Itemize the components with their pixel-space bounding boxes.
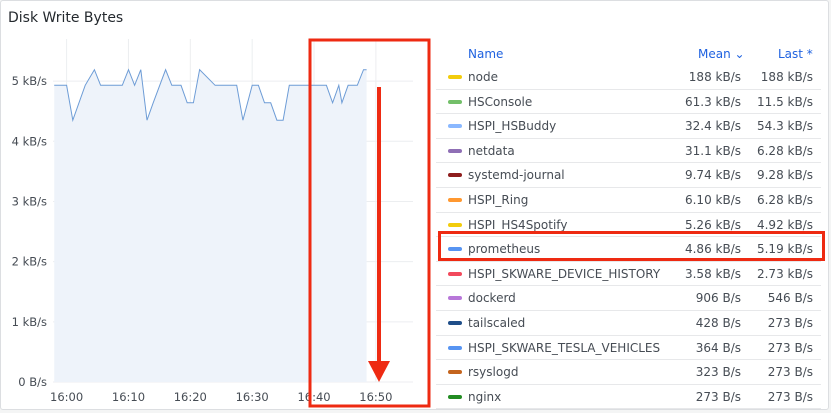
series-color-swatch [448, 370, 462, 375]
series-last: 6.28 kB/s [756, 192, 813, 207]
y-tick-label: 1 kB/s [12, 315, 47, 329]
legend-row-hspi-skware-tesla-vehicles[interactable]: HSPI_SKWARE_TESLA_VEHICLES 364 B/s 273 B/s [436, 336, 821, 361]
series-color-swatch [448, 271, 462, 276]
x-tick-label: 16:00 [50, 390, 83, 404]
legend-row-hspi-ring[interactable]: HSPI_Ring 6.10 kB/s 6.28 kB/s [436, 188, 821, 213]
legend-row-hspi-hsbuddy[interactable]: HSPI_HSBuddy 32.4 kB/s 54.3 kB/s [436, 114, 821, 139]
y-tick-label: 5 kB/s [12, 74, 47, 88]
x-tick-label: 16:30 [236, 390, 269, 404]
series-last: 11.5 kB/s [756, 94, 813, 109]
legend-header: Name Mean ⌄ Last * [436, 43, 821, 65]
x-tick-label: 16:10 [112, 390, 145, 404]
series-last: 9.28 kB/s [756, 168, 813, 183]
x-tick-label: 16:20 [174, 390, 207, 404]
series-mean: 428 B/s [695, 315, 741, 330]
series-color-swatch [448, 99, 462, 104]
series-mean: 9.74 kB/s [684, 168, 741, 183]
legend-row-nginx[interactable]: nginx 273 B/s 273 B/s [436, 385, 821, 409]
series-color-swatch [448, 173, 462, 178]
series-last: 54.3 kB/s [756, 119, 813, 134]
series-name[interactable]: HSPI_SKWARE_TESLA_VEHICLES [468, 341, 660, 355]
series-mean: 364 B/s [695, 340, 741, 355]
series-color-swatch [448, 222, 462, 227]
highlight-prometheus-row [438, 231, 825, 261]
series-name[interactable]: HSPI_HS4Spotify [468, 218, 567, 232]
series-mean: 6.10 kB/s [684, 192, 741, 207]
legend-table: Name Mean ⌄ Last * node 188 kB/s 188 kB/s H… [436, 43, 821, 409]
series-color-swatch [448, 197, 462, 202]
series-color-swatch [448, 75, 462, 79]
series-mean: 188 kB/s [688, 70, 741, 84]
series-name[interactable]: nginx [468, 390, 501, 404]
series-last: 273 B/s [767, 340, 813, 355]
legend-row-node[interactable]: node 188 kB/s 188 kB/s [436, 65, 821, 90]
series-mean: 323 B/s [695, 365, 741, 380]
legend-row-hsconsole[interactable]: HSConsole 61.3 kB/s 11.5 kB/s [436, 90, 821, 115]
y-tick-label: 3 kB/s [12, 194, 47, 208]
series-mean: 5.26 kB/s [684, 217, 741, 232]
series-color-swatch [448, 345, 462, 350]
time-series-chart[interactable]: 0 B/s 1 kB/s 2 kB/s 3 kB/s 4 kB/s 5 kB/s 16:00… [1, 1, 436, 410]
series-name[interactable]: tailscaled [468, 316, 525, 330]
series-color-swatch [448, 124, 462, 129]
series-color-swatch [448, 148, 462, 153]
series-mean: 273 B/s [695, 389, 741, 404]
series-name[interactable]: rsyslogd [468, 365, 518, 379]
series-mean: 32.4 kB/s [684, 119, 741, 134]
legend-row-tailscaled[interactable]: tailscaled 428 B/s 273 B/s [436, 311, 821, 336]
y-tick-label: 4 kB/s [12, 134, 47, 148]
series-color-swatch [448, 320, 462, 325]
series-mean: 3.58 kB/s [684, 266, 741, 281]
series-last: 4.92 kB/s [756, 217, 813, 232]
series-name[interactable]: systemd-journal [468, 168, 565, 182]
series-name[interactable]: HSPI_SKWARE_DEVICE_HISTORY [468, 267, 660, 281]
series-last: 188 kB/s [760, 70, 813, 84]
series-name[interactable]: HSPI_HSBuddy [468, 119, 556, 133]
legend-row-rsyslogd[interactable]: rsyslogd 323 B/s 273 B/s [436, 360, 821, 385]
series-last: 273 B/s [767, 315, 813, 330]
series-area-fill [54, 69, 367, 382]
series-name[interactable]: dockerd [468, 291, 516, 305]
x-tick-label: 16:50 [359, 390, 392, 404]
legend-header-last[interactable]: Last * [778, 47, 813, 61]
y-tick-label: 2 kB/s [12, 255, 47, 269]
series-mean: 31.1 kB/s [684, 143, 741, 158]
series-last: 2.73 kB/s [756, 266, 813, 281]
series-color-swatch [448, 394, 462, 399]
legend-row-dockerd[interactable]: dockerd 906 B/s 546 B/s [436, 286, 821, 311]
x-tick-label: 16:40 [297, 390, 330, 404]
annotation-arrow-head [368, 361, 390, 382]
series-name[interactable]: node [468, 70, 498, 84]
legend-header-mean[interactable]: Mean ⌄ [698, 47, 745, 61]
y-tick-label: 0 B/s [18, 375, 47, 389]
series-name[interactable]: HSConsole [468, 95, 532, 109]
series-name[interactable]: netdata [468, 144, 515, 158]
series-last: 273 B/s [767, 389, 813, 404]
series-last: 273 B/s [767, 365, 813, 380]
series-name[interactable]: HSPI_Ring [468, 193, 528, 207]
series-mean: 906 B/s [695, 291, 741, 306]
legend-header-name[interactable]: Name [468, 47, 503, 61]
series-last: 6.28 kB/s [756, 143, 813, 158]
series-last: 546 B/s [767, 291, 813, 306]
legend-row-hspi-skware-device-history[interactable]: HSPI_SKWARE_DEVICE_HISTORY 3.58 kB/s 2.73 … [436, 262, 821, 287]
disk-write-bytes-panel: Disk Write Bytes 0 B/s 1 kB/s 2 kB/s 3 kB/s… [0, 0, 829, 410]
series-color-swatch [448, 296, 462, 301]
legend-row-systemd-journal[interactable]: systemd-journal 9.74 kB/s 9.28 kB/s [436, 163, 821, 188]
series-mean: 61.3 kB/s [684, 94, 741, 109]
legend-row-netdata[interactable]: netdata 31.1 kB/s 6.28 kB/s [436, 139, 821, 164]
